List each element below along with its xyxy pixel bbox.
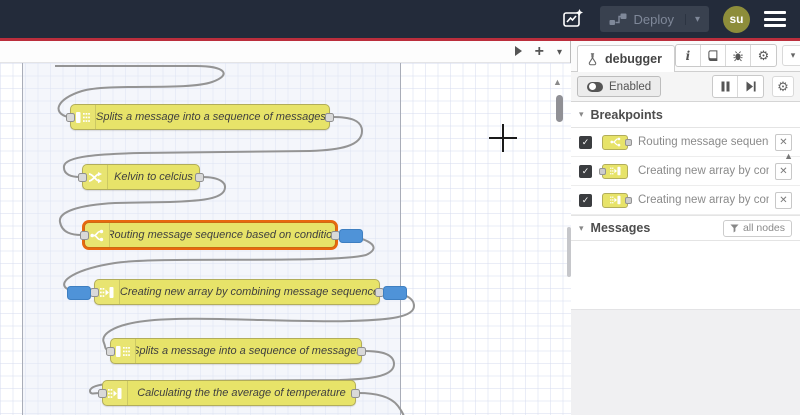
book-icon[interactable] (701, 45, 726, 66)
flow-list-caret-icon[interactable]: ▾ (557, 47, 562, 58)
deploy-caret-icon[interactable]: ▾ (684, 13, 700, 25)
sidebar-collapse-caret-icon[interactable]: ▾ (781, 45, 800, 66)
messages-section-header[interactable]: ▾ Messages all nodes (571, 215, 800, 241)
wire[interactable] (357, 392, 406, 415)
output-port[interactable] (325, 113, 334, 122)
node-label: Splits a message into a sequence of mess… (96, 111, 329, 123)
flow-node-split[interactable]: Splits a message into a sequence of mess… (106, 338, 366, 364)
remove-breakpoint-button[interactable]: ✕ (775, 162, 792, 180)
canvas-scrollbar-thumb[interactable] (556, 95, 563, 122)
node-label: Splits a message into a sequence of mess… (136, 345, 361, 357)
chevron-down-icon: ▾ (579, 222, 584, 233)
remove-breakpoint-button[interactable]: ✕ (775, 191, 792, 209)
flow-canvas[interactable]: Splits a message into a sequence of mess… (0, 63, 571, 415)
splitter-scroll-thumb[interactable] (567, 227, 571, 277)
deploy-label: Deploy (633, 11, 674, 27)
messages-empty-area (571, 241, 800, 263)
breakpoints-section-header[interactable]: ▾ Breakpoints (571, 102, 800, 128)
input-port[interactable] (80, 231, 89, 240)
breakpoint-list-scroll-up-icon[interactable]: ▲ (784, 151, 793, 161)
sidebar-tab-bar: debugger i ⚙ ▾ (571, 41, 800, 72)
flow-node-change[interactable]: Kelvin to celcius (78, 164, 204, 190)
breakpoint-marker[interactable] (67, 286, 91, 300)
next-flow-icon[interactable] (514, 43, 522, 61)
message-filter-label: all nodes (742, 222, 785, 234)
canvas-scroll-up-icon[interactable]: ▲ (553, 77, 562, 87)
mini-node-icon (598, 163, 628, 179)
sidebar: debugger i ⚙ ▾ Enabled ⚙ ▾ Breakpoints ▲… (571, 41, 800, 415)
bug-icon[interactable] (726, 45, 751, 66)
debugger-toolbar: Enabled ⚙ (571, 72, 800, 102)
messages-title: Messages (590, 221, 651, 235)
input-port[interactable] (90, 288, 99, 297)
deploy-nodes-icon (609, 13, 626, 25)
input-port[interactable] (66, 113, 75, 122)
debugger-gear-icon[interactable]: ⚙ (772, 76, 794, 97)
funnel-icon (730, 223, 739, 233)
breakpoint-marker[interactable] (383, 286, 407, 300)
breakpoint-label: Creating new array by combining message … (638, 194, 769, 206)
flow-tab-strip: + ▾ (0, 41, 570, 63)
mini-node-icon (602, 192, 632, 208)
flow-node-split[interactable]: Splits a message into a sequence of mess… (66, 104, 334, 130)
node-label: Routing message sequence based on condit… (110, 229, 335, 241)
breakpoint-label: Creating new array by combining message … (638, 165, 769, 177)
node-label: Calculating the the average of temperatu… (137, 387, 346, 399)
chevron-down-icon: ▾ (579, 109, 584, 119)
node-red-app: Deploy ▾ su + ▾ Splits a message into a (0, 0, 800, 415)
breakpoint-checkbox[interactable]: ✓ (579, 193, 592, 207)
remove-breakpoint-button[interactable]: ✕ (775, 133, 792, 151)
output-port[interactable] (351, 389, 360, 398)
debugger-enabled-toggle[interactable]: Enabled (577, 76, 662, 97)
info-icon[interactable]: i (676, 45, 701, 66)
flow-node-switch[interactable]: Routing message sequence based on condit… (80, 222, 363, 248)
node-label: Creating new array by combining message … (120, 286, 379, 298)
breakpoint-row: ✓ Creating new array by combining message… (571, 186, 800, 215)
breakpoint-checkbox[interactable]: ✓ (579, 164, 592, 178)
breakpoints-title: Breakpoints (590, 107, 663, 122)
output-port[interactable] (195, 173, 204, 182)
gear-icon[interactable]: ⚙ (751, 45, 776, 66)
message-filter-button[interactable]: all nodes (722, 219, 792, 237)
deploy-button[interactable]: Deploy ▾ (599, 6, 709, 32)
mini-node-icon (602, 134, 632, 150)
step-icon[interactable] (738, 76, 763, 97)
header-bar: Deploy ▾ su (0, 0, 800, 38)
flow-node-join[interactable]: Calculating the the average of temperatu… (98, 380, 360, 406)
breakpoint-row: ✓ Creating new array by combining message… (571, 157, 800, 186)
toggle-icon (587, 81, 603, 92)
breakpoint-label: Routing message sequence based on condit… (638, 136, 769, 148)
flow-node-join[interactable]: Creating new array by combining message … (67, 279, 407, 305)
pause-icon[interactable] (713, 76, 738, 97)
user-avatar[interactable]: su (723, 5, 750, 33)
breakpoint-marker[interactable] (339, 229, 363, 243)
breakpoint-row: ✓ Routing message sequence based on condi… (571, 128, 800, 157)
mini-port-icon (624, 138, 632, 146)
add-flow-icon[interactable]: + (535, 44, 544, 60)
hamburger-menu-icon[interactable] (764, 11, 786, 27)
breakpoint-checkbox[interactable]: ✓ (579, 135, 592, 149)
export-chart-icon[interactable] (560, 7, 586, 31)
mini-port-icon (624, 196, 632, 204)
enabled-label: Enabled (609, 80, 652, 93)
output-port[interactable] (357, 347, 366, 356)
input-port[interactable] (106, 347, 115, 356)
mini-port-icon (598, 167, 606, 175)
node-label: Kelvin to celcius (114, 171, 193, 183)
input-port[interactable] (78, 173, 87, 182)
tab-debugger-label: debugger (605, 52, 662, 66)
flask-debugger-icon (588, 53, 597, 66)
sidebar-footer-area (571, 309, 800, 415)
breakpoint-list: ✓ Routing message sequence based on condi… (571, 128, 800, 215)
workspace: + ▾ Splits a message into a sequence of … (0, 41, 571, 415)
input-port[interactable] (98, 389, 107, 398)
tab-debugger[interactable]: debugger (577, 45, 675, 72)
